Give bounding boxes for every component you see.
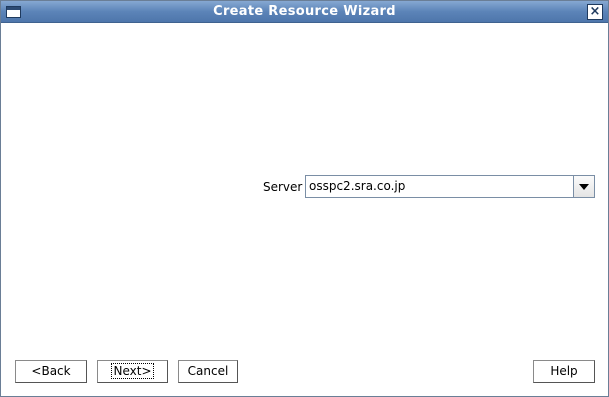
next-button[interactable]: Next> xyxy=(97,360,168,383)
chevron-down-icon[interactable] xyxy=(573,176,594,197)
help-button[interactable]: Help xyxy=(533,360,595,383)
window-title: Create Resource Wizard xyxy=(213,4,396,19)
server-label: Server xyxy=(263,180,303,194)
wizard-content: Server osspc2.sra.co.jp <Back Next> Canc… xyxy=(1,24,608,396)
server-value[interactable]: osspc2.sra.co.jp xyxy=(309,179,405,193)
back-button[interactable]: <Back xyxy=(15,360,87,383)
server-combobox[interactable]: osspc2.sra.co.jp xyxy=(305,175,595,198)
wizard-window: Create Resource Wizard × Server osspc2.s… xyxy=(0,0,609,397)
close-icon[interactable]: × xyxy=(587,4,603,20)
next-button-label: Next> xyxy=(111,363,154,379)
cancel-button[interactable]: Cancel xyxy=(178,360,238,383)
title-bar[interactable]: Create Resource Wizard × xyxy=(1,1,608,23)
